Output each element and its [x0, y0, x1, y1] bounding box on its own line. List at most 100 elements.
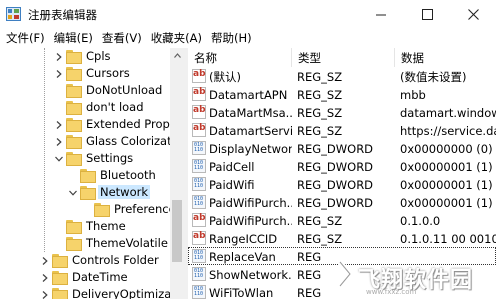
tree-item[interactable]: Cursors — [0, 65, 170, 82]
folder-icon — [66, 152, 82, 166]
tree-item[interactable]: DateTime — [0, 269, 170, 286]
folder-icon — [80, 186, 96, 200]
dword-value-icon: 010 110 — [192, 159, 206, 173]
value-data: 0x00000001 (1) — [400, 195, 493, 210]
chevron-right-icon[interactable] — [40, 290, 49, 299]
value-data: 0x00000001 (1) — [400, 159, 493, 174]
chevron-right-icon[interactable] — [40, 273, 49, 282]
value-type: REG_SZ — [297, 87, 343, 102]
tree-item[interactable]: Controls Folder — [0, 252, 170, 269]
tree-item[interactable]: DeliveryOptimization — [0, 286, 178, 299]
string-value-icon — [192, 213, 206, 227]
minimize-button[interactable] — [358, 0, 404, 28]
dword-value-icon: 010 110 — [192, 141, 206, 155]
value-type: REG_DWORD — [297, 159, 374, 174]
folder-icon — [94, 203, 110, 217]
folder-icon — [66, 101, 82, 115]
value-row[interactable]: DataMartMsa... REG_SZ datamart.windows — [188, 103, 496, 121]
maximize-button[interactable] — [404, 0, 450, 28]
value-data: mbb — [400, 87, 426, 102]
watermark-logo-icon — [338, 260, 354, 288]
menu-edit[interactable]: 编辑(E) — [52, 30, 100, 46]
title-bar[interactable]: 注册表编辑器 — [0, 0, 496, 28]
value-row[interactable]: PaidWifiPurch... REG_SZ 0.1.0.0 — [188, 211, 496, 229]
dword-value-icon: 010 110 — [192, 195, 206, 209]
folder-icon — [52, 254, 68, 268]
value-row[interactable]: DatamartAPN REG_SZ mbb — [188, 85, 496, 103]
tree-scrollbar[interactable] — [170, 48, 184, 299]
value-name: PaidWifi — [209, 177, 255, 192]
tree-item-label: DateTime — [72, 270, 128, 284]
close-icon — [467, 8, 479, 20]
scroll-up-button[interactable] — [170, 48, 184, 62]
value-type: REG_SZ — [297, 105, 343, 120]
close-button[interactable] — [450, 0, 496, 28]
value-row[interactable]: 010 110 PaidCell REG_DWORD 0x00000001 (1) — [188, 157, 496, 175]
string-value-icon — [192, 87, 206, 101]
value-name: ShowNetwork... — [209, 267, 292, 282]
value-name: PaidWifiPurch... — [209, 213, 292, 228]
value-data: https://service.data — [400, 123, 496, 138]
tree-item[interactable]: Settings — [0, 150, 170, 167]
tree-item[interactable]: Cpls — [0, 48, 170, 65]
registry-tree[interactable]: Cpls Cursors DoNotUnload don't load Extended… — [0, 48, 178, 299]
string-value-icon — [192, 105, 206, 119]
tree-item[interactable]: DoNotUnload — [0, 82, 170, 99]
chevron-right-icon[interactable] — [54, 137, 63, 146]
tree-item[interactable]: Glass Colorization — [0, 133, 178, 150]
folder-icon — [66, 237, 82, 251]
chevron-down-icon[interactable] — [68, 188, 77, 197]
tree-item[interactable]: ThemeVolatile — [0, 235, 170, 252]
tree-item[interactable]: Theme — [0, 218, 170, 235]
minimize-icon — [375, 14, 386, 15]
dword-value-icon: 010 110 — [192, 249, 206, 263]
menu-favorites[interactable]: 收藏夹(A) — [149, 30, 209, 46]
string-value-icon — [192, 123, 206, 137]
tree-item-label: Bluetooth — [100, 168, 156, 182]
tree-item-label: Settings — [86, 151, 134, 165]
tree-item-label: Preference — [114, 202, 176, 216]
tree-item-label: Network — [98, 185, 151, 199]
value-row[interactable]: 010 110 PaidWifi REG_DWORD 0x00000001 (1) — [188, 175, 496, 193]
tree-item[interactable]: don't load — [0, 99, 170, 116]
chevron-right-icon[interactable] — [54, 120, 63, 129]
tree-item-label: Cpls — [86, 49, 111, 63]
tree-item-label: Theme — [86, 219, 126, 233]
menu-help[interactable]: 帮助(H) — [209, 30, 259, 46]
folder-icon — [66, 135, 82, 149]
tree-item-label: Cursors — [86, 66, 130, 80]
value-row[interactable]: 010110DisplayNetwor... REG_DWORD 0x0000000… — [188, 139, 496, 157]
value-row[interactable]: RangeICCID REG_SZ 0.1.0.11 00 001001 — [188, 229, 496, 247]
folder-icon — [80, 169, 96, 183]
chevron-right-icon[interactable] — [40, 256, 49, 265]
chevron-down-icon[interactable] — [54, 154, 63, 163]
value-data: (数值未设置) — [400, 69, 467, 84]
scroll-thumb[interactable] — [172, 200, 182, 262]
tree-item[interactable]: Network — [0, 184, 170, 201]
folder-icon — [66, 220, 82, 234]
tree-item[interactable]: Preference — [0, 201, 176, 218]
window-title: 注册表编辑器 — [28, 8, 97, 22]
value-type: REG_SZ — [297, 231, 343, 246]
dword-value-icon: 010 110 — [192, 177, 206, 191]
tree-item[interactable]: Bluetooth — [0, 167, 170, 184]
value-type: REG_DWORD — [297, 177, 374, 192]
folder-icon — [52, 288, 68, 299]
menu-view[interactable]: 查看(V) — [100, 30, 149, 46]
value-row[interactable]: DatamartServi... REG_SZ https://service.da… — [188, 121, 496, 139]
column-header-type[interactable]: 类型 — [292, 48, 395, 67]
column-header-data[interactable]: 数据 — [395, 48, 496, 67]
folder-icon — [66, 50, 82, 64]
tree-item-label: DeliveryOptimization — [72, 287, 178, 299]
value-row[interactable]: 010 110 PaidWifiPurch... REG_DWORD 0x0000000… — [188, 193, 496, 211]
value-name: PaidWifiPurch... — [209, 195, 292, 210]
tree-item[interactable]: Extended Propert — [0, 116, 178, 133]
menu-file[interactable]: 文件(F) — [4, 30, 52, 46]
chevron-right-icon[interactable] — [54, 52, 63, 61]
tree-item-label: ThemeVolatile — [86, 236, 168, 250]
value-row[interactable]: (默认) REG_SZ (数值未设置) — [188, 67, 496, 85]
list-header: 名称 类型 数据 — [188, 48, 496, 67]
chevron-right-icon[interactable] — [54, 69, 63, 78]
dword-value-icon: 010 110 — [192, 285, 206, 299]
column-header-name[interactable]: 名称 — [188, 48, 292, 67]
